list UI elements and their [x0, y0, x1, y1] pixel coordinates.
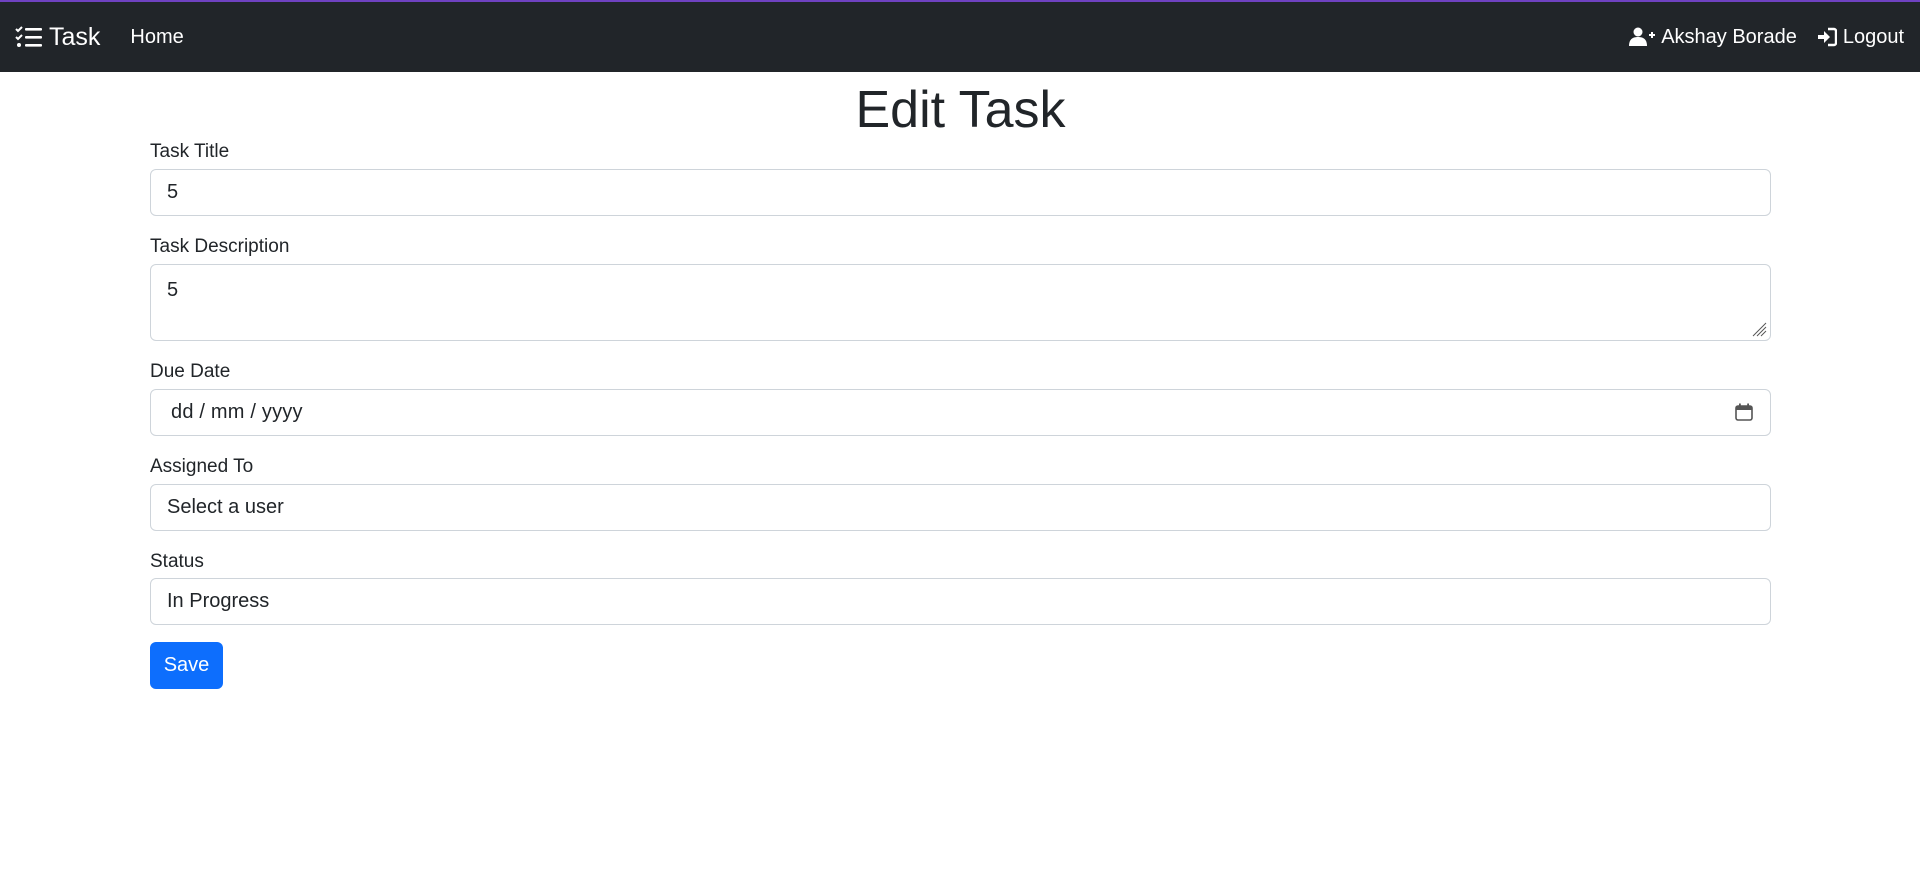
- task-title-label: Task Title: [150, 141, 230, 163]
- user-profile-link[interactable]: Akshay Borade: [1629, 26, 1797, 49]
- logout-link[interactable]: Logout: [1817, 26, 1904, 49]
- user-plus-icon: [1629, 27, 1656, 46]
- resize-grip-icon[interactable]: [1751, 321, 1767, 337]
- navbar-left: Task Home: [15, 23, 184, 52]
- brand-link[interactable]: Task: [15, 23, 100, 52]
- due-date-input[interactable]: dd / mm / yyyy: [150, 388, 1771, 436]
- task-title-value: 5: [167, 181, 179, 204]
- navbar-right: Akshay Borade Logout: [1609, 26, 1904, 49]
- status-label: Status: [150, 550, 204, 572]
- due-date-label: Due Date: [150, 360, 231, 382]
- user-name: Akshay Borade: [1661, 25, 1797, 48]
- status-value: In Progress: [167, 590, 270, 613]
- task-description-value: 5: [167, 278, 179, 301]
- sign-in-icon: [1817, 27, 1837, 47]
- navbar: Task Home Akshay Borade Logout: [0, 2, 1920, 72]
- assigned-to-value: Select a user: [167, 495, 284, 518]
- task-description-label: Task Description: [150, 236, 290, 258]
- assigned-to-group: Assigned To Select a user: [150, 456, 1771, 531]
- status-group: Status In Progress: [150, 551, 1771, 626]
- logout-label: Logout: [1842, 25, 1904, 48]
- due-date-group: Due Date dd / mm / yyyy: [150, 361, 1771, 436]
- nav-home-link[interactable]: Home: [130, 26, 183, 49]
- assigned-to-select[interactable]: Select a user: [150, 483, 1771, 531]
- task-title-group: Task Title 5: [150, 141, 1771, 217]
- task-description-group: Task Description 5: [150, 236, 1771, 341]
- page-title: Edit Task: [855, 81, 1066, 139]
- status-select[interactable]: In Progress: [150, 578, 1771, 626]
- task-description-textarea[interactable]: 5: [150, 263, 1771, 341]
- assigned-to-label: Assigned To: [150, 455, 254, 477]
- edit-task-container: Edit Task Task Title 5 Task Description …: [150, 79, 1771, 690]
- due-date-placeholder: dd / mm / yyyy: [171, 400, 303, 423]
- brand-label: Task: [49, 22, 101, 51]
- list-check-icon: [15, 26, 42, 47]
- save-button[interactable]: Save: [150, 642, 223, 690]
- task-title-input[interactable]: 5: [150, 169, 1771, 217]
- calendar-icon[interactable]: [1734, 402, 1754, 422]
